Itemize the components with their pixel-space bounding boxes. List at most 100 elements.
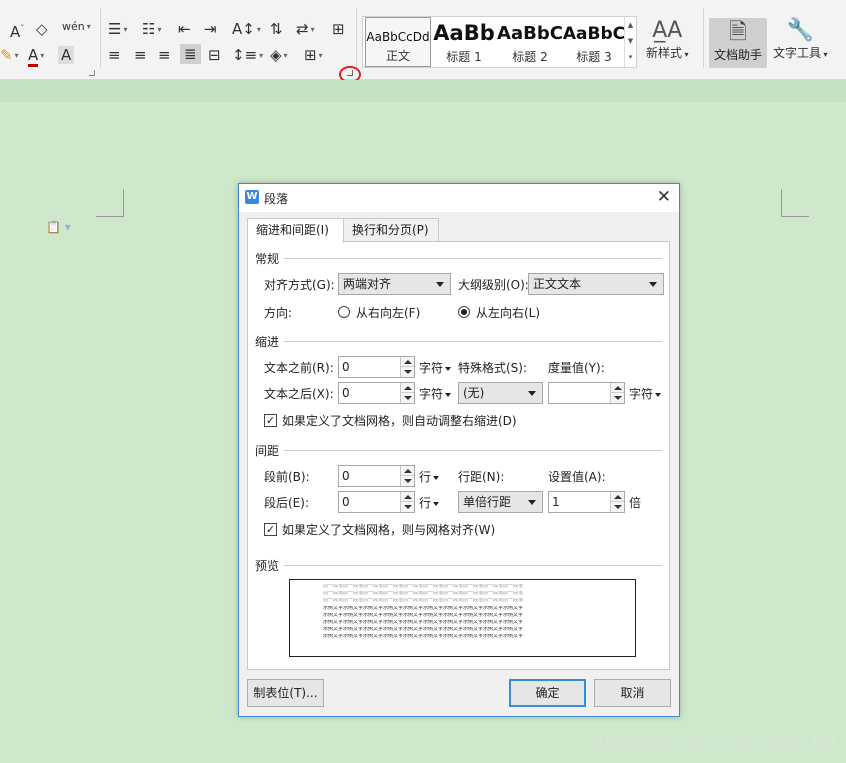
setting-value-label: 设置值(A): xyxy=(548,470,606,484)
numbered-list-icon[interactable]: ☷ ▾ xyxy=(142,20,161,39)
paste-options-icon[interactable]: 📋 ▾ xyxy=(46,220,71,234)
spacing-after-label: 段后(E): xyxy=(264,496,309,510)
font-dialog-launcher-icon[interactable] xyxy=(89,70,95,76)
section-divider xyxy=(284,565,662,566)
spacing-before-input[interactable]: 0 xyxy=(338,465,415,487)
spacing-before-unit[interactable]: 行 xyxy=(419,469,440,485)
spinner[interactable] xyxy=(400,383,414,403)
spacing-after-unit[interactable]: 行 xyxy=(419,495,440,511)
outline-level-select[interactable]: 正文文本 xyxy=(528,273,664,295)
char-shading-icon[interactable]: A xyxy=(58,46,75,64)
expand-icon[interactable]: ▾ xyxy=(629,53,633,61)
line-spacing-icon[interactable]: ↕≡ ▾ xyxy=(232,46,263,65)
spacing-after-input[interactable]: 0 xyxy=(338,491,415,513)
spinner[interactable] xyxy=(400,466,414,486)
new-style-button[interactable]: A̲A 新样式 ▾ xyxy=(646,18,689,61)
chevron-down-icon[interactable] xyxy=(404,370,412,374)
alignment-select[interactable]: 两端对齐 xyxy=(338,273,451,295)
justify-icon[interactable]: ≣ xyxy=(180,44,201,64)
decrease-indent-icon[interactable]: ⇤ xyxy=(178,20,191,38)
section-preview-heading: 预览 xyxy=(255,559,280,573)
special-format-select[interactable]: (无) xyxy=(458,382,543,404)
setting-value-input[interactable]: 1 xyxy=(548,491,625,513)
chevron-down-icon[interactable] xyxy=(404,396,412,400)
chevron-up-icon[interactable]: ▲ xyxy=(628,21,633,29)
chevron-up-icon[interactable] xyxy=(404,495,412,499)
style-preview: AaBbC xyxy=(497,23,563,44)
indent-grid-checkbox-label[interactable]: 如果定义了文档网格，则自动调整右缩进(D) xyxy=(282,413,517,429)
style-heading-1[interactable]: AaBb 标题 1 xyxy=(431,17,497,67)
special-format-label: 特殊格式(S): xyxy=(458,361,528,375)
spacing-grid-checkbox-label[interactable]: 如果定义了文档网格，则与网格对齐(W) xyxy=(282,522,495,538)
tab-stops-button[interactable]: 制表位(T)... xyxy=(247,679,324,707)
align-center-icon[interactable]: ≡ xyxy=(134,46,147,64)
watermark: https://blog.csdn.net/qq_45067799 xyxy=(590,734,836,750)
chevron-down-icon[interactable] xyxy=(404,479,412,483)
chevron-up-icon[interactable] xyxy=(404,386,412,390)
section-general-heading: 常规 xyxy=(255,252,280,266)
styles-scroll[interactable]: ▲ ▼ ▾ xyxy=(624,17,636,67)
dialog-title: 段落 xyxy=(264,192,289,206)
measure-input[interactable] xyxy=(548,382,625,404)
doc-helper-label: 文档助手 xyxy=(713,48,762,62)
show-hide-marks-icon[interactable]: ⇄ ▾ xyxy=(296,20,315,39)
radio-ltr[interactable] xyxy=(458,306,470,318)
close-icon[interactable]: ✕ xyxy=(657,187,671,207)
shrink-font-icon[interactable]: Aˇ xyxy=(10,20,24,41)
outline-level-value: 正文文本 xyxy=(533,277,582,291)
increase-indent-icon[interactable]: ⇥ xyxy=(204,20,217,38)
align-right-icon[interactable]: ≡ xyxy=(158,46,171,64)
chevron-down-icon[interactable]: ▼ xyxy=(628,37,633,45)
indent-after-unit[interactable]: 字符 xyxy=(419,386,452,402)
indent-after-input[interactable]: 0 xyxy=(338,382,415,404)
chevron-up-icon[interactable] xyxy=(404,360,412,364)
doc-helper-button[interactable]: 🗎 文档助手 xyxy=(709,18,767,68)
setting-value-unit: 倍 xyxy=(629,496,642,510)
tab-indent-spacing[interactable]: 缩进和间距(I) xyxy=(247,218,344,243)
spinner[interactable] xyxy=(610,383,624,403)
spinner[interactable] xyxy=(610,492,624,512)
measure-unit[interactable]: 字符 xyxy=(629,386,662,402)
new-style-label: 新样式 xyxy=(646,46,683,60)
radio-rtl[interactable] xyxy=(338,306,350,318)
chevron-down-icon[interactable] xyxy=(404,505,412,509)
indent-before-value: 0 xyxy=(342,360,350,374)
phonetic-guide-icon[interactable]: wén ▾ xyxy=(62,18,91,36)
radio-ltr-label[interactable]: 从左向右(L) xyxy=(476,305,540,321)
spinner[interactable] xyxy=(400,357,414,377)
indent-before-input[interactable]: 0 xyxy=(338,356,415,378)
chevron-up-icon[interactable] xyxy=(614,386,622,390)
spinner[interactable] xyxy=(400,492,414,512)
preview-sample-line: 示例文字示例文字示例文字示例文字示例文字示例文字示例文字示例文字示例文字示例文字 xyxy=(323,613,524,617)
cancel-button[interactable]: 取消 xyxy=(594,679,671,707)
radio-rtl-label[interactable]: 从右向左(F) xyxy=(356,305,420,321)
chevron-down-icon xyxy=(436,282,444,287)
style-normal[interactable]: AaBbCcDd 正文 xyxy=(365,17,431,67)
sort-icon[interactable]: ⇅ xyxy=(270,20,283,38)
chevron-down-icon[interactable] xyxy=(614,396,622,400)
chevron-up-icon[interactable] xyxy=(404,469,412,473)
clear-format-icon[interactable]: ◇ xyxy=(36,20,48,38)
font-color-icon[interactable]: A ▾ xyxy=(28,46,44,67)
spacing-grid-checkbox[interactable]: ✓ xyxy=(264,523,277,536)
separator xyxy=(356,8,357,68)
line-spacing-label: 行距(N): xyxy=(458,470,505,484)
indent-before-unit[interactable]: 字符 xyxy=(419,360,452,376)
style-heading-3[interactable]: AaBbC 标题 3 xyxy=(561,17,627,67)
chevron-up-icon[interactable] xyxy=(614,495,622,499)
borders-icon[interactable]: ⊞ ▾ xyxy=(304,46,323,65)
ok-button[interactable]: 确定 xyxy=(509,679,586,707)
chevron-down-icon[interactable] xyxy=(614,505,622,509)
line-spacing-select[interactable]: 单倍行距 xyxy=(458,491,543,513)
table-grid-icon[interactable]: ⊞ xyxy=(332,20,345,38)
text-tools-button[interactable]: 🔧 文字工具 ▾ xyxy=(773,18,828,61)
shading-fill-icon[interactable]: ◈ ▾ xyxy=(270,46,288,65)
indent-grid-checkbox[interactable]: ✓ xyxy=(264,414,277,427)
tab-line-page-breaks[interactable]: 换行和分页(P) xyxy=(343,218,439,242)
style-heading-2[interactable]: AaBbC 标题 2 xyxy=(497,17,563,67)
chinese-layout-icon[interactable]: A↕ ▾ xyxy=(232,20,261,39)
bullet-list-icon[interactable]: ☰ ▾ xyxy=(108,20,127,39)
highlight-icon[interactable]: ✎ ▾ xyxy=(0,46,19,65)
align-left-icon[interactable]: ≡ xyxy=(108,46,121,64)
distributed-icon[interactable]: ⊟ xyxy=(208,46,221,64)
